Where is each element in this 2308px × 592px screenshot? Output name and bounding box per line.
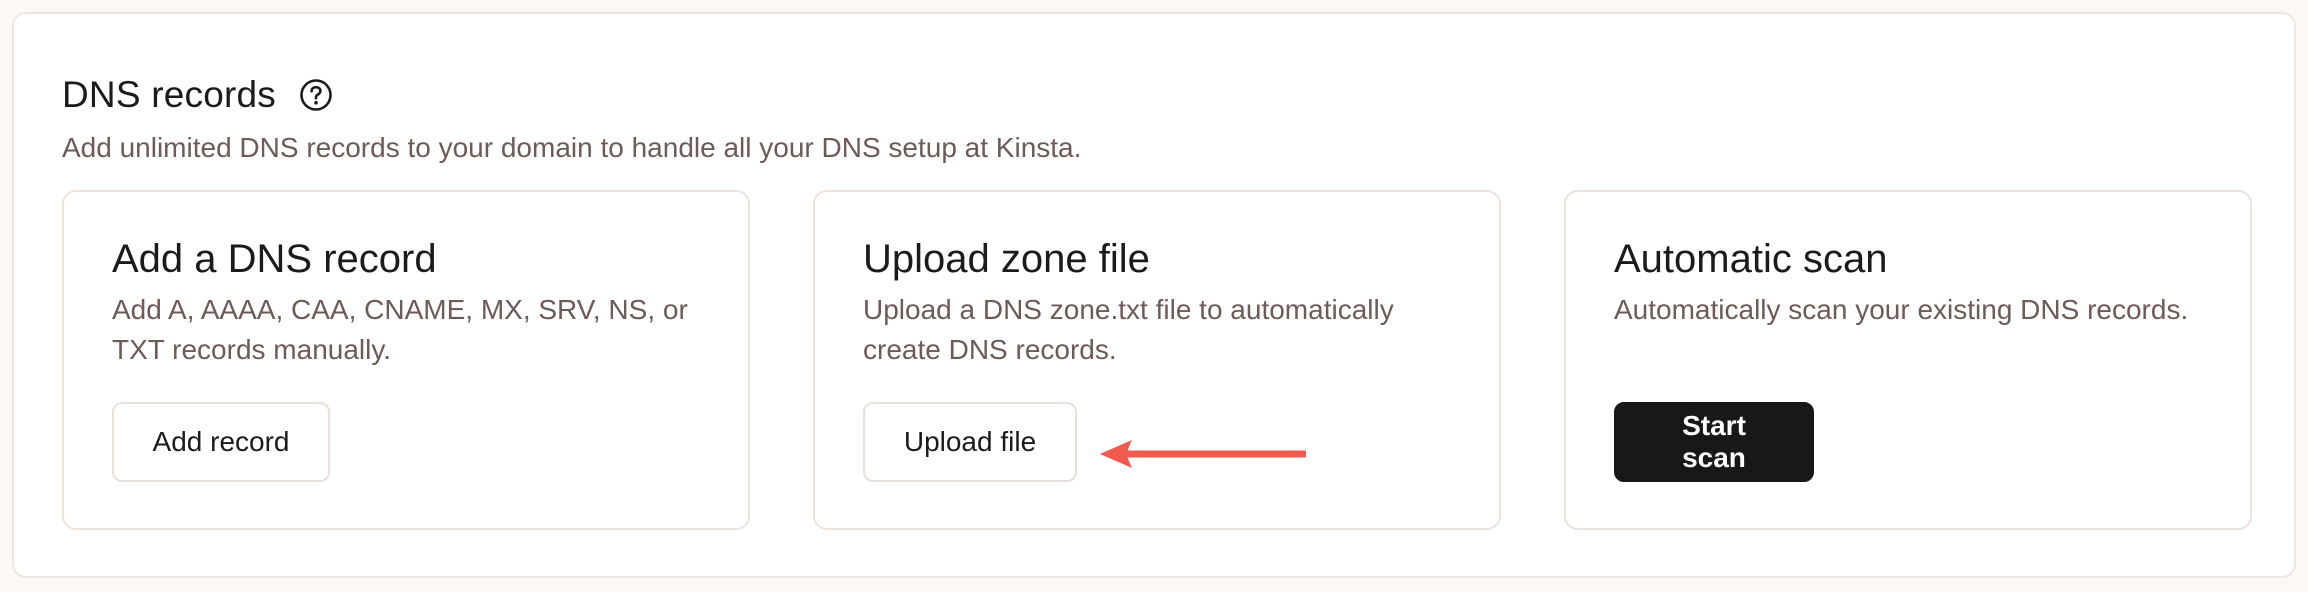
page-title: DNS records (62, 74, 276, 115)
card-title: Upload zone file (863, 237, 1150, 281)
section-header: DNS records (62, 74, 334, 116)
card-description: Automatically scan your existing DNS rec… (1614, 294, 2189, 325)
card-description: Upload a DNS zone.txt file to automatica… (863, 294, 1394, 365)
red-pointer-arrow-icon (1100, 440, 1306, 468)
dns-records-panel: DNS records Add unlimited DNS records to… (12, 12, 2296, 578)
start-scan-button[interactable]: Start scan (1614, 402, 1814, 482)
upload-zone-file-card: Upload zone file Upload a DNS zone.txt f… (813, 190, 1501, 530)
card-title: Add a DNS record (112, 237, 437, 281)
card-description: Add A, AAAA, CAA, CNAME, MX, SRV, NS, or… (112, 294, 688, 365)
question-circle-icon[interactable] (298, 77, 334, 113)
upload-file-button[interactable]: Upload file (863, 402, 1077, 482)
add-record-button[interactable]: Add record (112, 402, 330, 482)
card-title: Automatic scan (1614, 237, 1888, 281)
add-dns-record-card: Add a DNS record Add A, AAAA, CAA, CNAME… (62, 190, 750, 530)
section-subtitle: Add unlimited DNS records to your domain… (62, 132, 1082, 163)
automatic-scan-card: Automatic scan Automatically scan your e… (1564, 190, 2252, 530)
